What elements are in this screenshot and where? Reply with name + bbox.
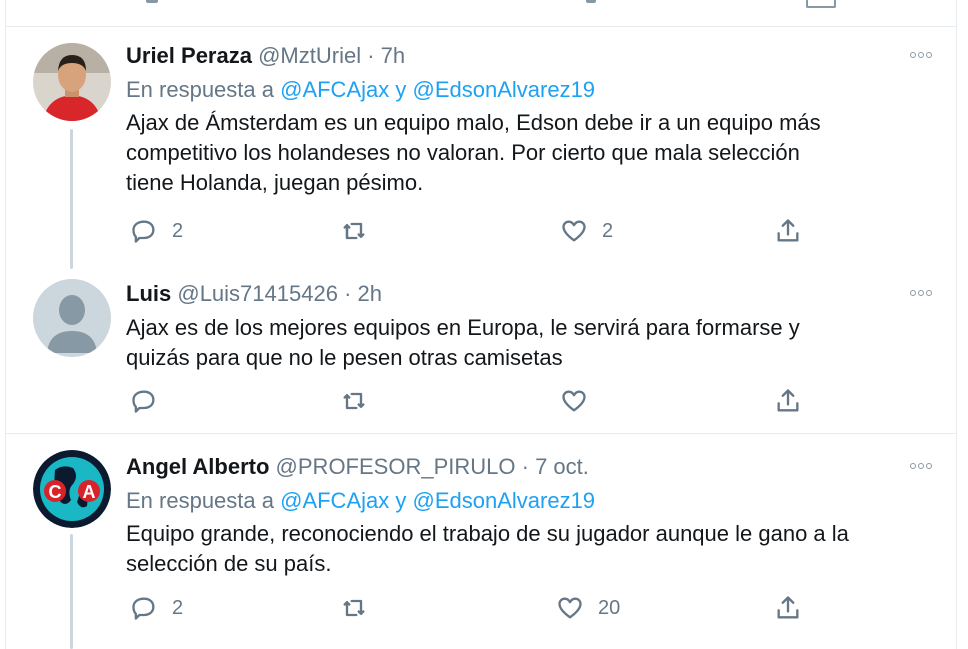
avatar-luis[interactable] bbox=[33, 279, 111, 357]
retweet-button[interactable] bbox=[340, 387, 382, 415]
reply-prefix: En respuesta a bbox=[126, 488, 274, 513]
tweet-text-line: quizás para que no le pesen otras camise… bbox=[126, 345, 563, 370]
timestamp[interactable]: 7h bbox=[381, 43, 405, 68]
reply-context: En respuesta a @AFCAjax y @EdsonAlvarez1… bbox=[126, 75, 936, 105]
retweet-button[interactable] bbox=[340, 594, 382, 622]
mention-link[interactable]: @EdsonAlvarez19 bbox=[413, 77, 596, 102]
retweet-icon bbox=[343, 222, 365, 240]
reply-button[interactable]: 2 bbox=[130, 594, 183, 622]
user-handle[interactable]: @PROFESOR_PIRULO bbox=[276, 454, 516, 479]
thread-line bbox=[70, 534, 73, 649]
display-name[interactable]: Angel Alberto bbox=[126, 454, 269, 479]
tweet-uriel-peraza[interactable]: Uriel Peraza @MztUriel · 7h En respuesta… bbox=[6, 27, 956, 269]
reply-count: 2 bbox=[172, 596, 184, 619]
reply-count: 2 bbox=[172, 219, 184, 242]
like-icon bbox=[562, 220, 586, 242]
tweet-actions: 2 2 bbox=[126, 217, 806, 247]
timeline: Uriel Peraza @MztUriel · 7h En respuesta… bbox=[5, 0, 957, 649]
separator-dot: · bbox=[344, 281, 352, 306]
previous-tweet-actions bbox=[6, 0, 956, 27]
avatar-uriel-peraza[interactable] bbox=[33, 43, 111, 121]
like-count: 20 bbox=[598, 596, 621, 619]
retweet-icon bbox=[343, 392, 365, 410]
club-crest-letter: A bbox=[83, 482, 96, 502]
reply-icon bbox=[132, 597, 155, 620]
retweet-button[interactable] bbox=[340, 217, 382, 245]
like-icon bbox=[562, 390, 586, 412]
like-button[interactable]: 2 bbox=[560, 217, 613, 245]
tweet-header: Uriel Peraza @MztUriel · 7h bbox=[126, 41, 936, 71]
like-button[interactable]: 20 bbox=[556, 594, 620, 622]
user-handle[interactable]: @MztUriel bbox=[258, 43, 361, 68]
retweet-icon bbox=[343, 599, 365, 617]
display-name[interactable]: Uriel Peraza bbox=[126, 43, 252, 68]
reply-icon bbox=[132, 220, 155, 243]
display-name[interactable]: Luis bbox=[126, 281, 171, 306]
mention-link[interactable]: @AFCAjax bbox=[280, 488, 389, 513]
club-crest-letter: C bbox=[49, 482, 62, 502]
reply-button[interactable] bbox=[130, 387, 172, 415]
tweet-header: Angel Alberto @PROFESOR_PIRULO · 7 oct. bbox=[126, 452, 936, 482]
more-icon[interactable] bbox=[906, 456, 936, 476]
share-icon bbox=[777, 389, 799, 412]
share-button[interactable] bbox=[774, 387, 802, 415]
like-icon bbox=[558, 597, 582, 619]
share-button[interactable] bbox=[774, 594, 802, 622]
share-icon bbox=[777, 219, 799, 242]
thread-line bbox=[70, 129, 73, 269]
tweet-text-line: selección de su país. bbox=[126, 551, 332, 576]
tweet-text-line: competitivo los holandeses no valoran. P… bbox=[126, 140, 800, 165]
tweet-text-line: Equipo grande, reconociendo el trabajo d… bbox=[126, 521, 849, 546]
tweet-text-line: Ajax es de los mejores equipos en Europa… bbox=[126, 315, 800, 340]
share-icon bbox=[777, 596, 799, 619]
tweet-header: Luis @Luis71415426 · 2h bbox=[126, 279, 936, 309]
tweet-text: Ajax de Ámsterdam es un equipo malo, Eds… bbox=[126, 108, 936, 198]
tweet-text: Equipo grande, reconociendo el trabajo d… bbox=[126, 519, 936, 579]
separator-dot: · bbox=[367, 43, 375, 68]
reply-button[interactable]: 2 bbox=[130, 217, 183, 245]
default-avatar-icon bbox=[33, 279, 111, 357]
timestamp[interactable]: 7 oct. bbox=[535, 454, 589, 479]
user-handle[interactable]: @Luis71415426 bbox=[177, 281, 338, 306]
separator-dot: · bbox=[521, 454, 529, 479]
reply-join: y bbox=[395, 77, 407, 102]
tweet-text-line: tiene Holanda, juegan pésimo. bbox=[126, 170, 424, 195]
mention-link[interactable]: @AFCAjax bbox=[280, 77, 389, 102]
reply-join: y bbox=[395, 488, 407, 513]
tweet-text: Ajax es de los mejores equipos en Europa… bbox=[126, 313, 936, 373]
avatar-angel-alberto[interactable]: C A bbox=[33, 450, 111, 528]
more-icon[interactable] bbox=[906, 283, 936, 303]
timestamp[interactable]: 2h bbox=[358, 281, 382, 306]
tweet-angel-alberto[interactable]: C A Angel Alberto @PROFESOR_PIRULO · 7 o… bbox=[6, 434, 956, 649]
tweet-actions: 2 20 bbox=[126, 594, 806, 624]
tweet-actions bbox=[126, 387, 806, 417]
like-count: 2 bbox=[602, 219, 614, 242]
share-button[interactable] bbox=[774, 217, 802, 245]
like-button[interactable] bbox=[560, 387, 602, 415]
reply-prefix: En respuesta a bbox=[126, 77, 274, 102]
reply-context: En respuesta a @AFCAjax y @EdsonAlvarez1… bbox=[126, 486, 936, 516]
reply-icon bbox=[132, 390, 155, 413]
more-icon[interactable] bbox=[906, 45, 936, 65]
tweet-text-line: Ajax de Ámsterdam es un equipo malo, Eds… bbox=[126, 110, 821, 135]
mention-link[interactable]: @EdsonAlvarez19 bbox=[413, 488, 596, 513]
tweet-luis[interactable]: Luis @Luis71415426 · 2h Ajax es de los m… bbox=[6, 267, 956, 433]
